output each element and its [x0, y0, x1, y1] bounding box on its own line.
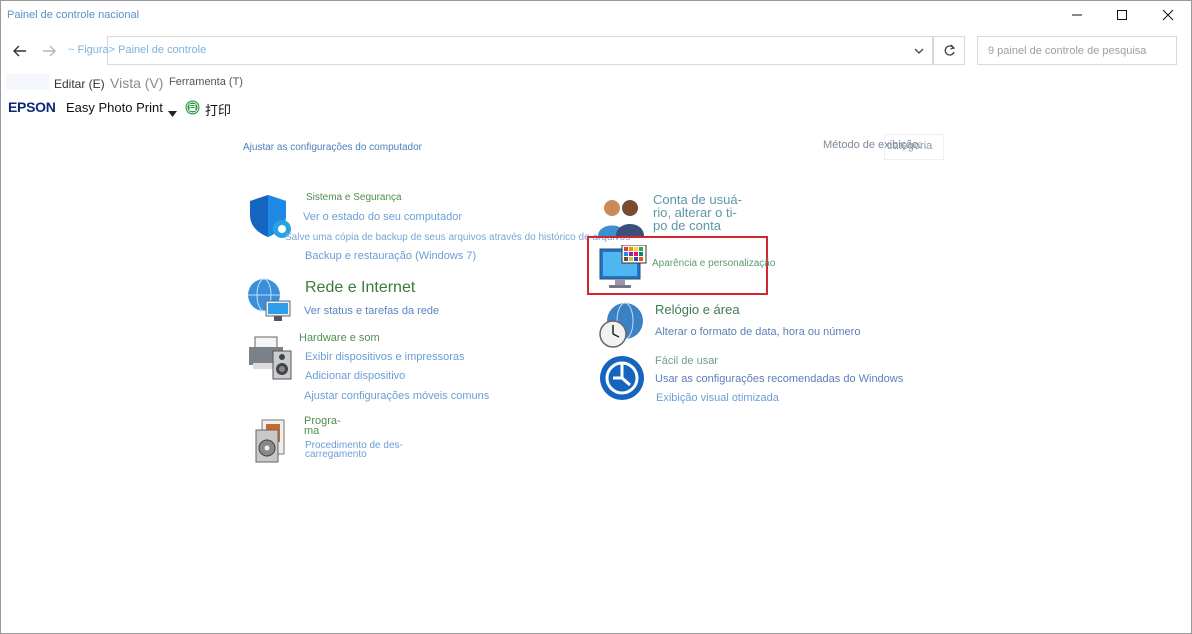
arrow-left-icon	[13, 45, 26, 57]
window-title: Painel de controle nacional	[7, 9, 140, 21]
ease-of-access-icon[interactable]	[599, 355, 645, 406]
link-recommended-settings[interactable]: Usar as configurações recomendadas do Wi…	[655, 373, 903, 385]
minimize-icon	[1072, 14, 1082, 16]
link-backup-restore[interactable]: Backup e restauração (Windows 7)	[305, 250, 476, 262]
print-icon[interactable]	[185, 100, 200, 120]
link-mobility-settings[interactable]: Ajustar configurações móveis comuns	[304, 390, 489, 402]
maximize-icon	[1117, 10, 1127, 20]
link-optimize-visual[interactable]: Exibição visual otimizada	[656, 392, 779, 404]
arrow-right-icon	[43, 45, 56, 57]
chevron-down-icon	[914, 48, 924, 54]
caret-down-icon	[168, 111, 177, 117]
category-network-internet[interactable]: Rede e Internet	[305, 279, 415, 297]
file-menu-faded[interactable]	[6, 74, 50, 90]
window-frame	[0, 0, 1192, 634]
maximize-button[interactable]	[1099, 2, 1145, 28]
refresh-icon	[944, 44, 955, 56]
view-by-dropdown[interactable]: categoria	[884, 134, 944, 160]
epson-logo: EPSON	[8, 99, 56, 115]
appearance-monitor-icon[interactable]	[599, 244, 647, 298]
category-hardware-sound[interactable]: Hardware e som	[299, 332, 380, 344]
printer-speaker-icon[interactable]	[247, 333, 295, 386]
uninstall-line2: carregamento	[305, 449, 367, 460]
address-bar[interactable]	[107, 36, 933, 65]
menu-edit[interactable]: Editar (E)	[54, 77, 105, 91]
link-check-status[interactable]: Ver o estado do seu computador	[303, 211, 462, 223]
menu-tools[interactable]: Ferramenta (T)	[169, 76, 243, 88]
link-network-status[interactable]: Ver status e tarefas da rede	[304, 305, 439, 317]
link-date-format[interactable]: Alterar o formato de data, hora ou númer…	[655, 326, 860, 338]
address-dropdown-button[interactable]	[905, 36, 933, 65]
programs-title-line2: ma	[304, 425, 320, 437]
search-input[interactable]: 9 painel de controle de pesquisa	[977, 36, 1177, 65]
category-programs[interactable]: Progra- ma	[304, 416, 341, 437]
link-file-history[interactable]: Salve uma cópia de backup de seus arquiv…	[285, 232, 630, 243]
close-icon	[1162, 9, 1174, 21]
page-heading: Ajustar as configurações do computador	[243, 142, 422, 153]
programs-icon[interactable]	[254, 418, 294, 469]
epson-dropdown-button[interactable]	[168, 104, 177, 122]
link-add-device[interactable]: Adicionar dispositivo	[305, 370, 405, 382]
category-appearance[interactable]: Aparência e personalização	[652, 258, 775, 269]
refresh-button[interactable]	[933, 36, 965, 65]
address-path[interactable]: ~ Figura> Painel de controle	[68, 44, 206, 56]
easy-photo-print-button[interactable]: Easy Photo Print	[66, 100, 163, 115]
category-user-accounts[interactable]: Conta de usuá- rio, alterar o ti- po de …	[653, 193, 742, 232]
accounts-title-line3: po de conta	[653, 218, 721, 233]
back-button[interactable]	[8, 40, 32, 62]
forward-button[interactable]	[37, 40, 61, 62]
category-clock-region[interactable]: Relógio e área	[655, 302, 740, 317]
network-globe-icon[interactable]	[246, 277, 294, 328]
menu-view[interactable]: Vista (V)	[110, 75, 163, 91]
minimize-button[interactable]	[1054, 2, 1100, 28]
category-system-security[interactable]: Sistema e Segurança	[306, 192, 402, 203]
link-uninstall-program[interactable]: Procedimento de des- carregamento	[305, 441, 403, 460]
print-label[interactable]: 打印	[205, 100, 231, 119]
link-devices-printers[interactable]: Exibir dispositivos e impressoras	[305, 351, 465, 363]
close-button[interactable]	[1145, 2, 1191, 28]
category-ease-of-access[interactable]: Fácil de usar	[655, 355, 718, 367]
clock-globe-icon[interactable]	[598, 301, 646, 354]
